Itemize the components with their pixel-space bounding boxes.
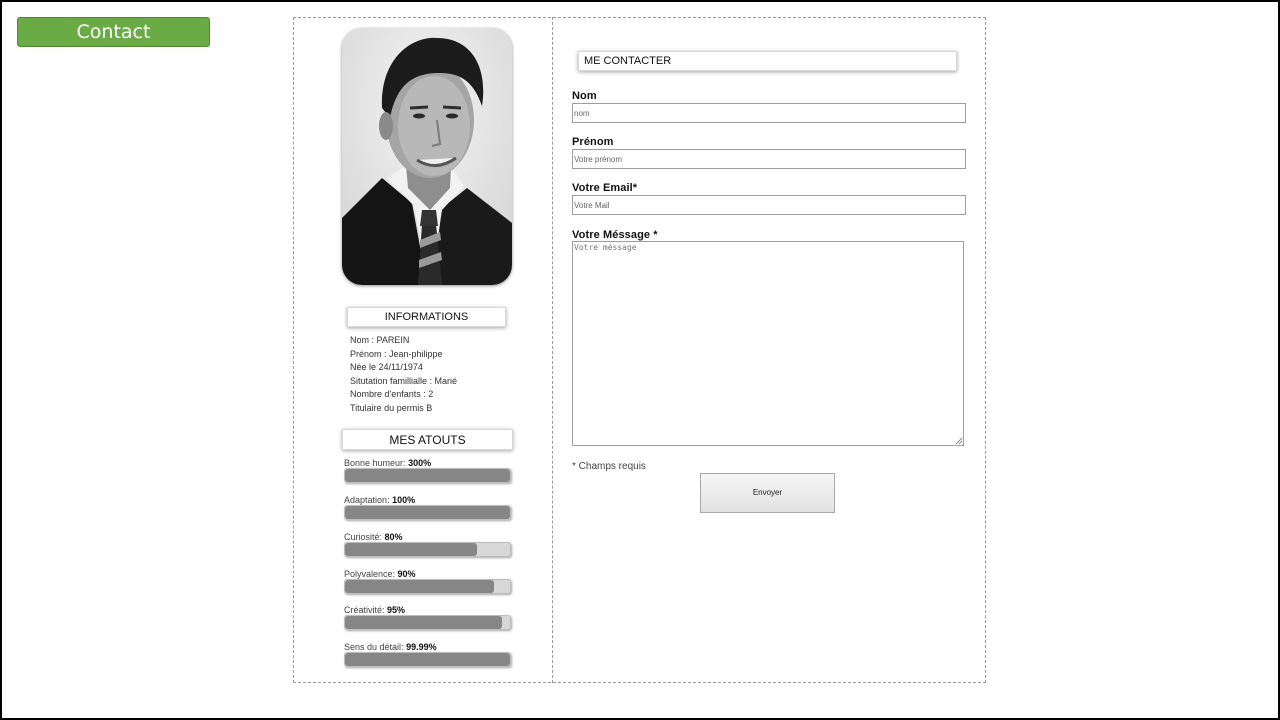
portrait-photo [342, 28, 512, 285]
info-item: Nom : PAREIN [350, 335, 410, 345]
skill-name: Adaptation: [344, 495, 390, 505]
skill-name: Curiosité: [344, 532, 383, 542]
atouts-title: MES ATOUTS [342, 429, 513, 450]
nom-input[interactable] [572, 103, 966, 123]
skill-value: 95% [387, 605, 406, 615]
skill-bar-fill [345, 580, 494, 593]
contact-badge: Contact [17, 17, 210, 47]
skill-name: Créativité: [344, 605, 385, 615]
skill-label: Sens du détail: 99.99% [344, 642, 437, 652]
skill-value: 99.99% [406, 642, 437, 652]
prenom-input[interactable] [572, 149, 966, 169]
skill-label: Adaptation: 100% [344, 495, 415, 505]
skill-bar [344, 542, 511, 557]
skill-label: Polyvalence: 90% [344, 569, 416, 579]
info-item: Titulaire du permis B [350, 402, 433, 413]
info-item: Nombre d'enfants : 2 [350, 389, 434, 399]
message-textarea[interactable] [572, 241, 964, 446]
skill-bar-fill [345, 506, 510, 519]
skill-value: 300% [408, 458, 432, 468]
skill-value: 80% [384, 532, 403, 542]
skill-name: Sens du détail: [344, 642, 404, 652]
skill-value: 100% [392, 495, 416, 505]
resize-grip-icon[interactable] [955, 437, 963, 445]
skill-bar [344, 468, 511, 483]
skill-name: Polyvalence: [344, 569, 396, 579]
nom-label: Nom [572, 90, 597, 102]
skill-bar [344, 652, 511, 667]
skill-bar [344, 615, 511, 630]
contact-form-title: ME CONTACTER [578, 51, 957, 71]
required-note: * Champs requis [572, 461, 646, 472]
skill-label: Curiosité: 80% [344, 532, 403, 542]
column-divider [552, 17, 553, 683]
skill-name: Bonne humeur: [344, 458, 406, 468]
skill-value: 90% [397, 569, 416, 579]
skill-bar-fill [345, 543, 477, 556]
send-button[interactable]: Envoyer [700, 473, 835, 513]
skill-bar [344, 579, 511, 594]
email-label: Votre Email* [572, 182, 638, 194]
message-label: Votre Méssage * [572, 229, 658, 241]
info-item: Née le 24/11/1974 [350, 362, 423, 372]
skill-label: Bonne humeur: 300% [344, 458, 431, 468]
informations-title: INFORMATIONS [347, 307, 506, 327]
prenom-label: Prénom [572, 136, 614, 148]
skill-bar-fill [345, 616, 502, 629]
email-input[interactable] [572, 195, 966, 215]
info-item: Prénom : Jean-philippe [350, 348, 443, 359]
skill-bar [344, 505, 511, 520]
skill-bar-fill [345, 653, 510, 666]
skill-bar-fill [345, 469, 510, 482]
skill-label: Créativité: 95% [344, 605, 405, 615]
info-item: Situtation famillialle : Marié [350, 375, 458, 386]
informations-list: Nom : PAREIN Prénom : Jean-philippe Née … [350, 334, 457, 415]
